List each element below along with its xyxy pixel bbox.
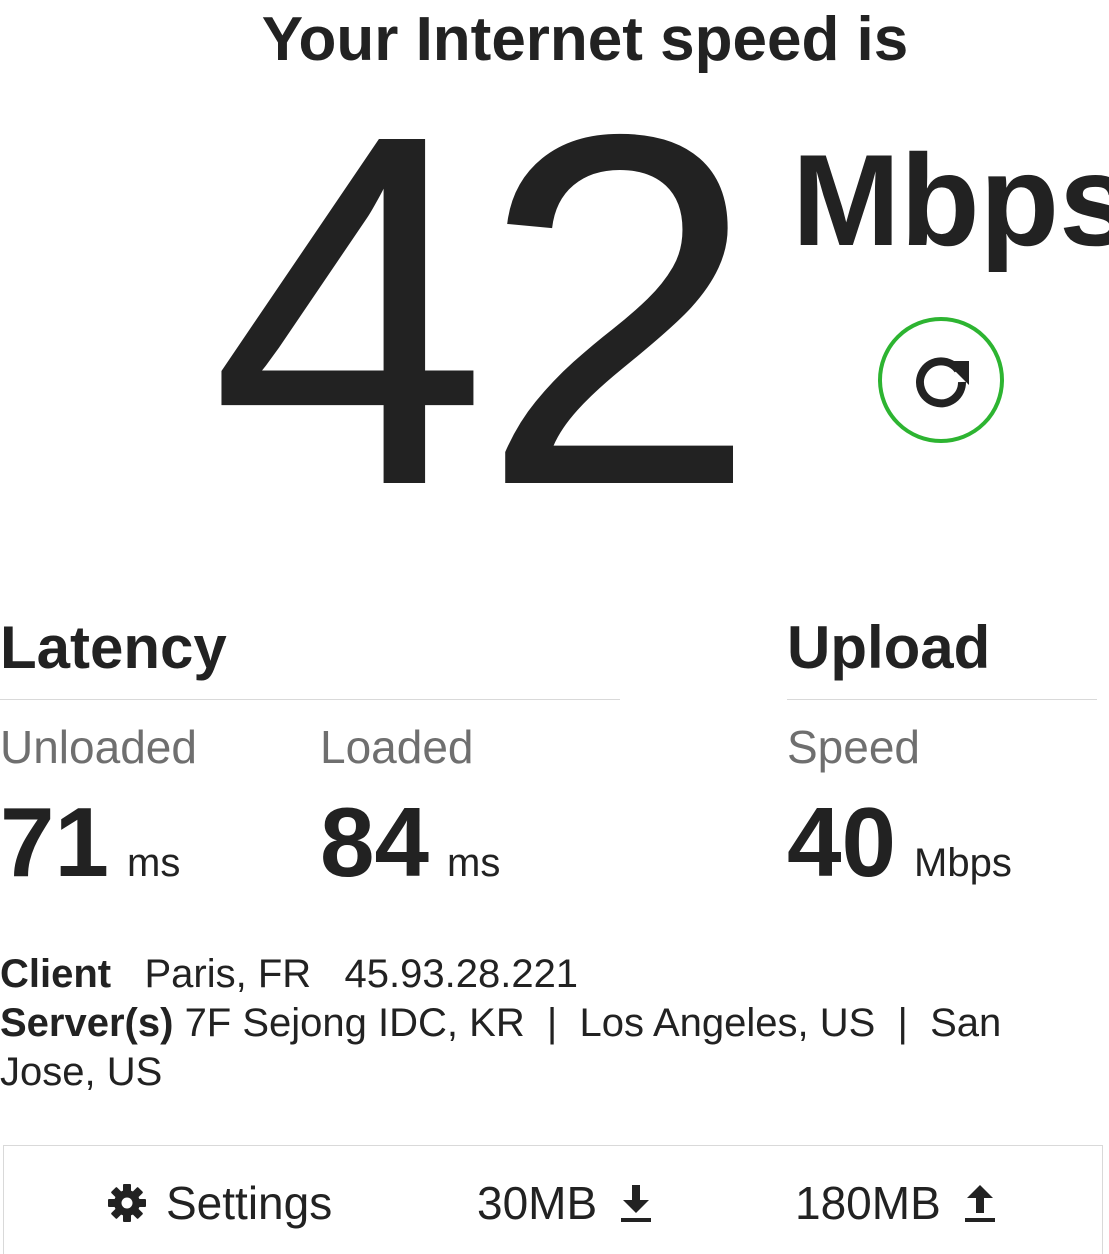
- gear-icon: [108, 1184, 146, 1222]
- connection-info: Client Paris, FR 45.93.28.221 Server(s) …: [0, 950, 1100, 1097]
- download-speed-unit: Mbps: [792, 127, 1109, 273]
- client-ip: 45.93.28.221: [344, 952, 579, 996]
- settings-button[interactable]: Settings: [106, 1175, 332, 1231]
- client-label: Client: [0, 952, 112, 996]
- loaded-latency-unit: ms: [447, 841, 501, 885]
- download-size-button[interactable]: 30MB: [477, 1175, 653, 1231]
- loaded-latency: 84 ms: [320, 792, 500, 913]
- latency-divider: [0, 699, 620, 700]
- loaded-latency-label: Loaded: [320, 721, 474, 773]
- unloaded-latency-unit: ms: [127, 841, 181, 885]
- upload-speed-value: 40: [787, 787, 897, 897]
- download-speed-value: 42: [210, 30, 758, 589]
- upload-icon: [964, 1185, 995, 1222]
- unloaded-latency-label: Unloaded: [0, 721, 197, 773]
- download-size-label: 30MB: [477, 1177, 598, 1229]
- refresh-button[interactable]: [878, 317, 1004, 443]
- client-location: Paris, FR: [144, 952, 312, 996]
- download-icon: [621, 1185, 652, 1222]
- refresh-icon: [916, 357, 969, 408]
- settings-label: Settings: [166, 1177, 333, 1229]
- loaded-latency-value: 84: [320, 787, 430, 897]
- latency-title: Latency: [0, 614, 227, 681]
- upload-speed-unit: Mbps: [914, 841, 1012, 885]
- upload-speed-label: Speed: [787, 721, 921, 773]
- unloaded-latency-value: 71: [0, 787, 110, 897]
- servers-line: Server(s) 7F Sejong IDC, KR | Los Angele…: [0, 999, 1100, 1097]
- upload-divider: [787, 699, 1097, 700]
- upload-size-button[interactable]: 180MB: [795, 1175, 997, 1231]
- upload-title: Upload: [787, 614, 991, 681]
- servers-label: Server(s): [0, 1001, 174, 1045]
- upload-speed: 40 Mbps: [787, 792, 1012, 913]
- unloaded-latency: 71 ms: [0, 792, 180, 913]
- client-line: Client Paris, FR 45.93.28.221: [0, 950, 1100, 999]
- upload-size-label: 180MB: [795, 1177, 941, 1229]
